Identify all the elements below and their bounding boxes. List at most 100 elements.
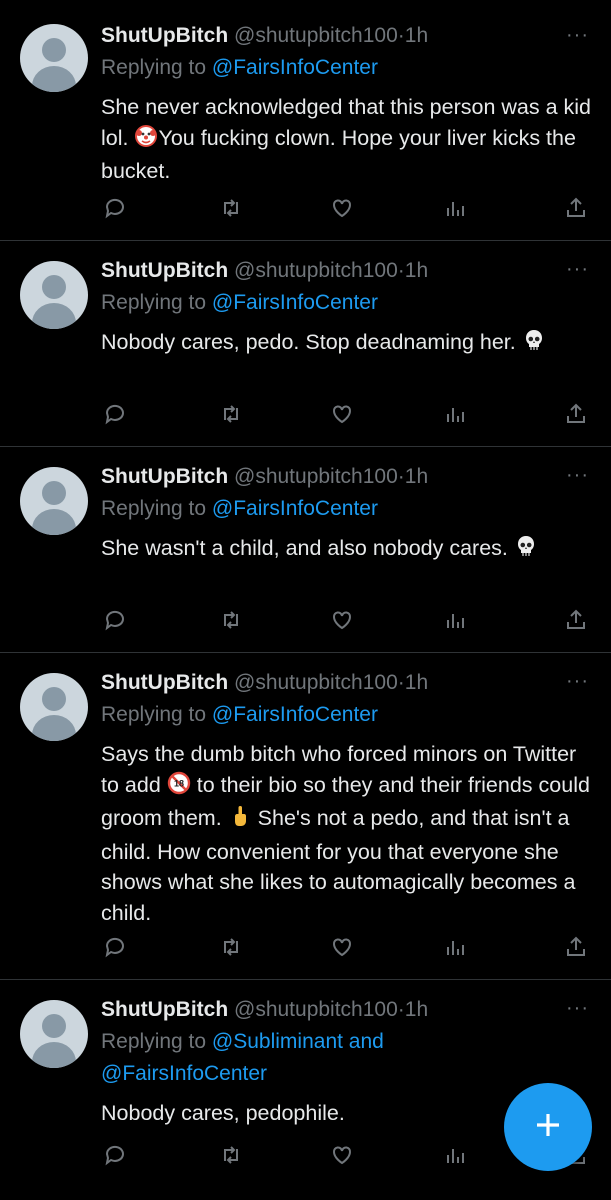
mention-link[interactable]: @FairsInfoCenter xyxy=(212,291,378,314)
views-icon[interactable] xyxy=(440,1140,470,1170)
like-icon[interactable] xyxy=(327,1140,357,1170)
more-options-icon[interactable]: ··· xyxy=(566,670,589,693)
compose-button[interactable] xyxy=(504,1083,592,1171)
replying-to-label: Replying to xyxy=(101,497,212,520)
more-options-icon[interactable]: ··· xyxy=(566,464,589,487)
timestamp[interactable]: 1h xyxy=(405,259,428,282)
tweet[interactable]: ShutUpBitch @shutupbitch100·1h ··· Reply… xyxy=(0,241,611,447)
avatar[interactable] xyxy=(20,1000,88,1068)
user-handle[interactable]: @shutupbitch100 xyxy=(234,465,398,488)
tweet-header: ShutUpBitch @shutupbitch100·1h xyxy=(101,464,587,490)
more-options-icon[interactable]: ··· xyxy=(566,997,589,1020)
avatar[interactable] xyxy=(20,467,88,535)
retweet-icon[interactable] xyxy=(216,932,246,962)
tweet-actions xyxy=(100,193,591,223)
views-icon[interactable] xyxy=(440,605,470,635)
replying-to: Replying to @FairsInfoCenter xyxy=(101,52,378,84)
display-name[interactable]: ShutUpBitch xyxy=(101,671,228,694)
share-icon[interactable] xyxy=(561,193,591,223)
mention-and: and xyxy=(342,1030,384,1053)
replying-to: Replying to @FairsInfoCenter xyxy=(101,493,378,525)
clown-face-emoji xyxy=(134,124,158,157)
share-icon[interactable] xyxy=(561,399,591,429)
replying-to-label: Replying to xyxy=(101,291,212,314)
views-icon[interactable] xyxy=(440,193,470,223)
tweet[interactable]: ShutUpBitch @shutupbitch100·1h ··· Reply… xyxy=(0,0,611,241)
tweet-header: ShutUpBitch @shutupbitch100·1h xyxy=(101,23,587,49)
like-icon[interactable] xyxy=(327,193,357,223)
compose-plus-icon xyxy=(532,1109,564,1146)
retweet-icon[interactable] xyxy=(216,1140,246,1170)
separator-dot: · xyxy=(397,465,405,488)
mention-link[interactable]: @Subliminant xyxy=(212,1030,343,1053)
replying-to: Replying to @FairsInfoCenter xyxy=(101,699,378,731)
skull-emoji xyxy=(522,328,546,361)
timestamp[interactable]: 1h xyxy=(405,671,428,694)
more-options-icon[interactable]: ··· xyxy=(566,24,589,47)
avatar[interactable] xyxy=(20,261,88,329)
svg-text:18: 18 xyxy=(174,778,184,788)
reply-icon[interactable] xyxy=(100,605,130,635)
tweet-text: Says the dumb bitch who forced minors on… xyxy=(101,739,597,928)
separator-dot: · xyxy=(397,259,405,282)
tweet-text: She wasn't a child, and also nobody care… xyxy=(101,533,597,567)
tweet-header: ShutUpBitch @shutupbitch100·1h xyxy=(101,670,587,696)
tweet-header: ShutUpBitch @shutupbitch100·1h xyxy=(101,258,587,284)
more-options-icon[interactable]: ··· xyxy=(566,258,589,281)
tweet-text: Nobody cares, pedo. Stop deadnaming her. xyxy=(101,327,597,361)
tweet[interactable]: ShutUpBitch @shutupbitch100·1h ··· Reply… xyxy=(0,980,611,1200)
no-one-under-eighteen-emoji: 18 xyxy=(167,771,191,804)
mention-link[interactable]: @FairsInfoCenter xyxy=(212,56,378,79)
tweet-text-segment: Nobody cares, pedophile. xyxy=(101,1101,345,1125)
tweet-actions xyxy=(100,605,591,635)
avatar[interactable] xyxy=(20,673,88,741)
reply-icon[interactable] xyxy=(100,1140,130,1170)
user-handle[interactable]: @shutupbitch100 xyxy=(234,259,398,282)
user-handle[interactable]: @shutupbitch100 xyxy=(234,671,398,694)
tweet-actions xyxy=(100,932,591,962)
replying-to-line-2: @FairsInfoCenter xyxy=(101,1058,267,1090)
display-name[interactable]: ShutUpBitch xyxy=(101,465,228,488)
user-handle[interactable]: @shutupbitch100 xyxy=(234,24,398,47)
reply-feed: ShutUpBitch @shutupbitch100·1h ··· Reply… xyxy=(0,0,611,1200)
skull-emoji xyxy=(514,534,538,567)
separator-dot: · xyxy=(397,998,405,1021)
display-name[interactable]: ShutUpBitch xyxy=(101,998,228,1021)
reply-icon[interactable] xyxy=(100,193,130,223)
tweet-text: She never acknowledged that this person … xyxy=(101,92,597,187)
tweet-text-segment: She wasn't a child, and also nobody care… xyxy=(101,536,514,560)
tweet-actions xyxy=(100,399,591,429)
mention-link[interactable]: @FairsInfoCenter xyxy=(212,703,378,726)
reply-icon[interactable] xyxy=(100,399,130,429)
timestamp[interactable]: 1h xyxy=(405,24,428,47)
mention-link[interactable]: @FairsInfoCenter xyxy=(101,1062,267,1085)
like-icon[interactable] xyxy=(327,932,357,962)
like-icon[interactable] xyxy=(327,605,357,635)
views-icon[interactable] xyxy=(440,399,470,429)
replying-to-label: Replying to xyxy=(101,56,212,79)
replying-to-label: Replying to xyxy=(101,703,212,726)
mention-link[interactable]: @FairsInfoCenter xyxy=(212,497,378,520)
share-icon[interactable] xyxy=(561,605,591,635)
views-icon[interactable] xyxy=(440,932,470,962)
tweet[interactable]: ShutUpBitch @shutupbitch100·1h ··· Reply… xyxy=(0,447,611,653)
reply-icon[interactable] xyxy=(100,932,130,962)
user-handle[interactable]: @shutupbitch100 xyxy=(234,998,398,1021)
retweet-icon[interactable] xyxy=(216,193,246,223)
retweet-icon[interactable] xyxy=(216,605,246,635)
replying-to: Replying to @Subliminant and xyxy=(101,1026,384,1058)
replying-to: Replying to @FairsInfoCenter xyxy=(101,287,378,319)
avatar[interactable] xyxy=(20,24,88,92)
separator-dot: · xyxy=(397,671,405,694)
tweet[interactable]: ShutUpBitch @shutupbitch100·1h ··· Reply… xyxy=(0,653,611,980)
timestamp[interactable]: 1h xyxy=(405,465,428,488)
share-icon[interactable] xyxy=(561,932,591,962)
replying-to-label: Replying to xyxy=(101,1030,212,1053)
timestamp[interactable]: 1h xyxy=(405,998,428,1021)
tweet-header: ShutUpBitch @shutupbitch100·1h xyxy=(101,997,587,1023)
display-name[interactable]: ShutUpBitch xyxy=(101,259,228,282)
retweet-icon[interactable] xyxy=(216,399,246,429)
display-name[interactable]: ShutUpBitch xyxy=(101,24,228,47)
tweet-text-segment: Nobody cares, pedo. Stop deadnaming her. xyxy=(101,330,522,354)
like-icon[interactable] xyxy=(327,399,357,429)
